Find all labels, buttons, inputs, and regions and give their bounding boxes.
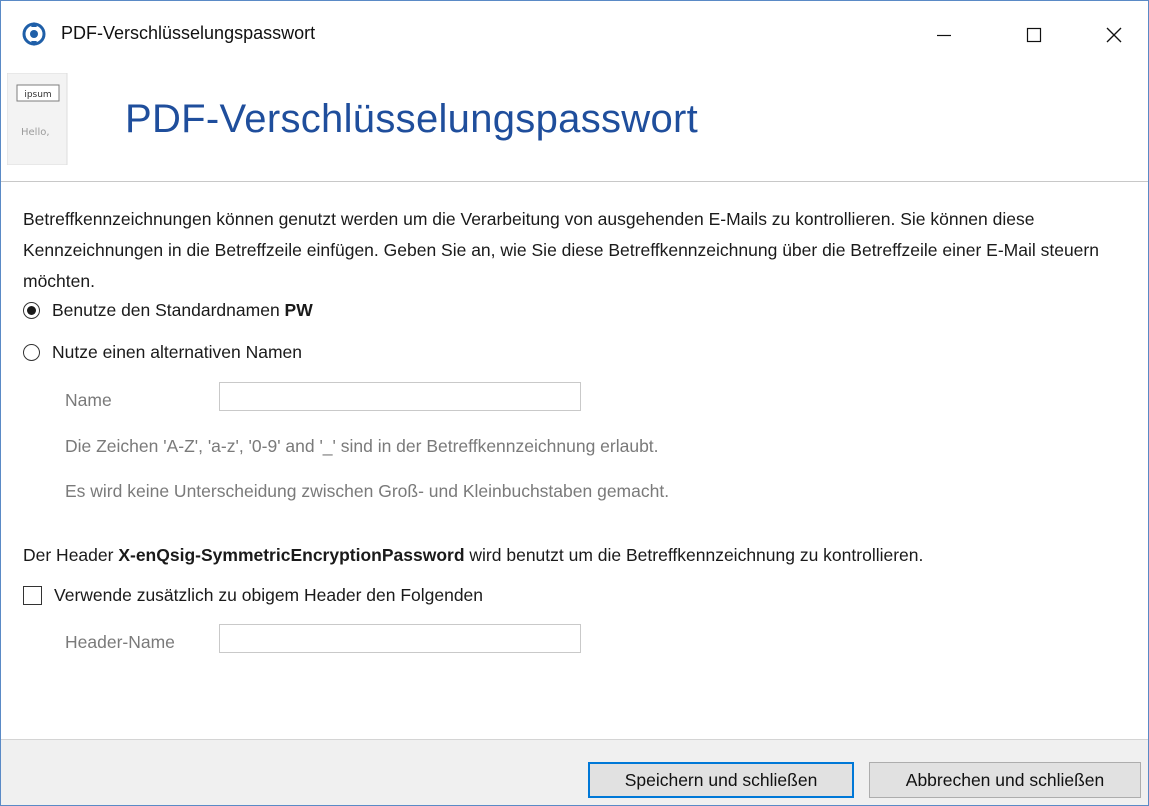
- maximize-button[interactable]: [1011, 15, 1057, 55]
- minimize-icon: [937, 34, 951, 37]
- header-name-label: Header-Name: [65, 632, 175, 652]
- header-note: Der Header X-enQsig-SymmetricEncryptionP…: [23, 545, 924, 565]
- name-field-label: Name: [65, 390, 112, 410]
- maximize-icon: [1026, 27, 1042, 43]
- checkbox-additional-label: Verwende zusätzlich zu obigem Header den…: [54, 585, 484, 605]
- hint-allowed-chars: Die Zeichen 'A-Z', 'a-z', '0-9' and '_' …: [65, 436, 659, 456]
- header-name-input[interactable]: [219, 624, 581, 653]
- cancel-and-close-button[interactable]: Abbrechen und schließen: [869, 762, 1141, 798]
- radio-alternative-name[interactable]: Nutze einen alternativen Namen: [23, 342, 302, 363]
- radio-alternative-label: Nutze einen alternativen Namen: [52, 342, 303, 362]
- description-text: Betreffkennzeichnungen können genutzt we…: [23, 209, 1099, 291]
- dialog-window: PDF-Verschlüsselungspasswort ipsum Hello…: [0, 0, 1149, 806]
- footer-bar: Speichern und schließen Abbrechen und sc…: [1, 739, 1148, 805]
- page-title: PDF-Verschlüsselungspasswort: [125, 97, 699, 141]
- subject-tag-illustration-icon: ipsum Hello,: [6, 72, 71, 166]
- title-bar: PDF-Verschlüsselungspasswort: [1, 1, 1148, 67]
- content-area: Betreffkennzeichnungen können genutzt we…: [1, 182, 1148, 738]
- checkbox-additional-box[interactable]: [23, 586, 42, 605]
- svg-text:ipsum: ipsum: [24, 90, 51, 100]
- radio-default-name[interactable]: Benutze den Standardnamen PW: [23, 300, 313, 321]
- close-icon: [1106, 27, 1122, 43]
- radio-default-label: Benutze den Standardnamen PW: [52, 300, 313, 320]
- window-title: PDF-Verschlüsselungspasswort: [61, 23, 316, 43]
- close-button[interactable]: [1091, 15, 1137, 55]
- svg-text:Hello,: Hello,: [21, 127, 50, 138]
- checkbox-additional-header[interactable]: Verwende zusätzlich zu obigem Header den…: [23, 585, 483, 606]
- save-and-close-button[interactable]: Speichern und schließen: [588, 762, 854, 798]
- hint-case-insensitive: Es wird keine Unterscheidung zwischen Gr…: [65, 481, 670, 501]
- name-input[interactable]: [219, 382, 581, 411]
- radio-alternative-button[interactable]: [23, 344, 40, 361]
- radio-default-button[interactable]: [23, 302, 40, 319]
- minimize-button[interactable]: [921, 15, 967, 55]
- app-icon: [21, 21, 47, 47]
- header-band: ipsum Hello, PDF-Verschlüsselungspasswor…: [1, 67, 1148, 182]
